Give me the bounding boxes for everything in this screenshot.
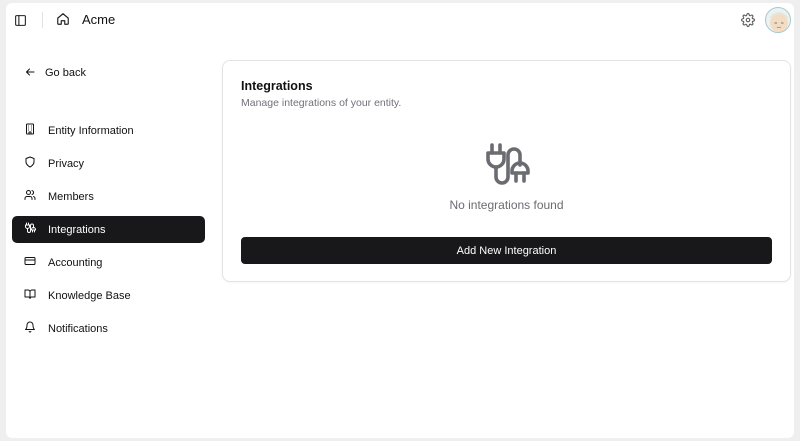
card-subtitle: Manage integrations of your entity.: [241, 97, 402, 109]
sidebar-item-integrations[interactable]: Integrations: [12, 216, 205, 243]
divider: [42, 12, 43, 28]
credit-card-icon: [24, 255, 36, 270]
top-bar: Acme: [6, 3, 794, 39]
building-icon: [24, 123, 36, 138]
sidebar-item-notifications[interactable]: Notifications: [12, 315, 205, 342]
home-icon[interactable]: [56, 12, 72, 28]
book-icon: [24, 288, 36, 303]
sidebar-item-privacy[interactable]: Privacy: [12, 150, 205, 177]
brand-name[interactable]: Acme: [82, 12, 115, 28]
go-back-link[interactable]: Go back: [24, 65, 86, 81]
sidebar-item-knowledge-base[interactable]: Knowledge Base: [12, 282, 205, 309]
sidebar-item-members[interactable]: Members: [12, 183, 205, 210]
sidebar-item-label: Privacy: [48, 157, 85, 170]
arrow-left-icon: [24, 66, 36, 81]
users-icon: [24, 189, 36, 204]
sidebar-item-label: Members: [48, 190, 94, 203]
integrations-card: Integrations Manage integrations of your…: [222, 60, 791, 282]
gear-icon[interactable]: [741, 13, 755, 27]
settings-nav: Entity Information Privacy Members Integ…: [12, 117, 205, 348]
shield-icon: [24, 156, 36, 171]
card-title: Integrations: [241, 79, 313, 93]
app-window: Acme Go back Entity Information Privacy …: [6, 3, 794, 438]
empty-state-text: No integrations found: [449, 198, 564, 212]
go-back-label: Go back: [45, 67, 86, 79]
sidebar-item-label: Integrations: [48, 223, 106, 236]
sidebar-item-label: Notifications: [48, 322, 108, 335]
sidebar-item-entity-information[interactable]: Entity Information: [12, 117, 205, 144]
user-avatar[interactable]: [765, 7, 791, 33]
sidebar-item-accounting[interactable]: Accounting: [12, 249, 205, 276]
sidebar-item-label: Knowledge Base: [48, 289, 131, 302]
bell-icon: [24, 321, 36, 336]
plug-icon: [24, 222, 36, 237]
sidebar-item-label: Entity Information: [48, 124, 134, 137]
sidebar-item-label: Accounting: [48, 256, 103, 269]
add-integration-button[interactable]: Add New Integration: [241, 237, 772, 264]
panel-left-icon[interactable]: [12, 12, 28, 28]
plug-icon: [482, 141, 530, 189]
